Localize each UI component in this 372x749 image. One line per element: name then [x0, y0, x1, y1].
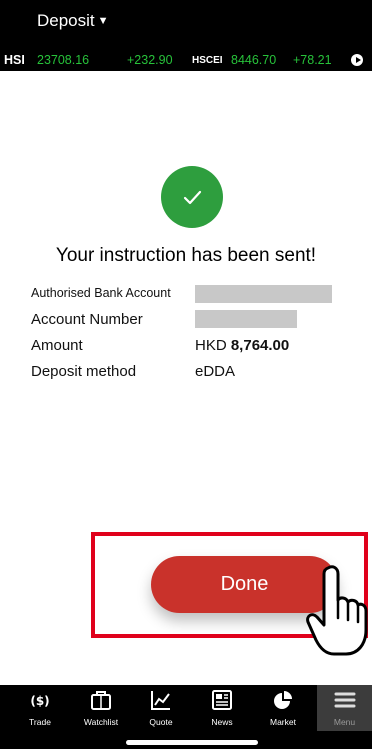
dollar-icon: ($) — [30, 694, 49, 708]
detail-label-amount: Amount — [31, 337, 83, 354]
detail-label-deposit-method: Deposit method — [31, 363, 137, 380]
tab-label-quote: Quote — [149, 717, 173, 727]
hsi-change: +232.90 — [127, 53, 173, 67]
briefcase-icon — [91, 691, 111, 710]
hsi-label: HSI — [4, 53, 25, 67]
hsi-value: 23708.16 — [37, 53, 90, 67]
page-title: Deposit — [37, 11, 95, 30]
deposit-dropdown[interactable]: Deposit ▼ — [37, 11, 109, 31]
tab-quote[interactable]: Quote — [135, 685, 187, 731]
bottom-tab-bar: ($) Trade Watchlist Quote News Market Me… — [0, 685, 372, 731]
amount-number: 8,764.00 — [230, 337, 290, 354]
tab-trade[interactable]: ($) Trade — [14, 685, 66, 731]
hscei-label: HSCEI — [192, 55, 223, 66]
pie-chart-icon — [274, 691, 292, 709]
svg-text:($): ($) — [30, 694, 49, 708]
play-circle-icon[interactable] — [351, 54, 363, 66]
masked-account-number — [195, 310, 297, 328]
home-indicator — [126, 740, 258, 745]
tab-label-news: News — [211, 717, 233, 727]
newspaper-icon — [212, 690, 232, 710]
tab-label-trade: Trade — [29, 717, 51, 727]
detail-label-account-number: Account Number — [31, 311, 143, 328]
deposit-method-value: eDDA — [195, 363, 236, 380]
amount-currency: HKD — [195, 337, 227, 354]
index-ticker: HSI 23708.16 +232.90 HSCEI 8446.70 +78.2… — [0, 50, 372, 70]
caret-down-icon: ▼ — [97, 15, 109, 27]
masked-bank-account — [195, 285, 332, 303]
hamburger-icon — [334, 692, 356, 708]
success-message: Your instruction has been sent! — [55, 245, 317, 266]
app-header: Deposit ▼ — [0, 0, 372, 37]
tab-label-market: Market — [270, 717, 296, 727]
line-chart-icon — [151, 691, 170, 710]
tab-market[interactable]: Market — [257, 685, 309, 731]
check-circle-icon — [161, 166, 223, 228]
tab-label-watchlist: Watchlist — [83, 717, 119, 727]
tab-watchlist[interactable]: Watchlist — [75, 685, 127, 731]
hscei-value: 8446.70 — [231, 53, 277, 67]
hscei-change: +78.21 — [293, 53, 332, 67]
tab-menu[interactable]: Menu — [317, 685, 372, 731]
tab-news[interactable]: News — [196, 685, 248, 731]
confirmation-panel: Your instruction has been sent! Authoris… — [0, 71, 372, 685]
amount-value: HKD 8,764.00 — [195, 337, 289, 354]
hand-pointer-icon — [306, 565, 368, 656]
detail-label-bank-account: Authorised Bank Account — [31, 286, 171, 300]
tab-label-menu: Menu — [333, 717, 356, 727]
